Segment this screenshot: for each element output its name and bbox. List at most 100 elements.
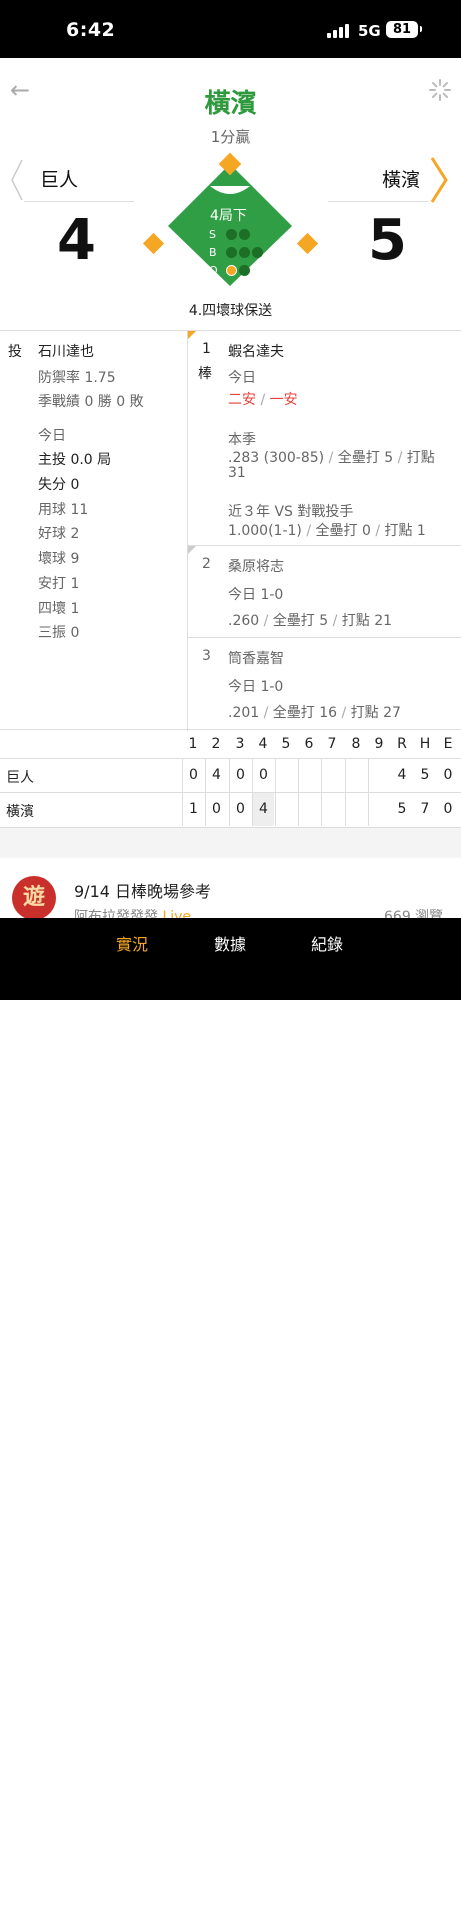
game-header: ← 橫濱 1分贏 巨人 橫濱 4 5 4局下 S B O 4.四壞球保送	[0, 58, 461, 330]
box-score-cell	[298, 759, 320, 792]
batter-order: 3	[202, 648, 211, 664]
first-base	[296, 232, 319, 255]
ball-dot	[239, 247, 250, 258]
status-time: 6:42	[66, 19, 116, 41]
inning-indicator: 4局下	[210, 208, 247, 224]
ball-count: B	[209, 246, 269, 260]
season-hr: 全壘打 16	[272, 705, 338, 721]
win-margin: 1分贏	[210, 128, 251, 146]
next-batter-card[interactable]: 2 桑原将志 今日 1-0 .260 / 全壘打 5 / 打點 21	[188, 546, 461, 638]
box-score-cell	[368, 759, 390, 792]
bottom-tab-bar: 實況 數據 紀錄	[0, 918, 461, 1909]
out-dot	[239, 265, 250, 276]
box-header-cell: 7	[327, 736, 337, 752]
box-score-cell	[368, 793, 390, 826]
box-header-cell: 6	[304, 736, 314, 752]
batter-vs-label: 近３年 VS 對戰投手	[228, 504, 354, 520]
box-header-cell: 1	[188, 736, 198, 752]
away-team-label: 巨人	[40, 169, 79, 191]
box-header-cell: 8	[351, 736, 361, 752]
separator: /	[341, 705, 347, 721]
section-divider	[0, 828, 461, 858]
season-avg: .283 (300-85)	[228, 450, 325, 466]
batter-order-suffix: 棒	[198, 366, 212, 382]
strike-dot	[239, 229, 250, 240]
current-batter-card[interactable]: 1 棒 蝦名達夫 今日 二安 / 一安 本季 .283 (300-85) / 全…	[188, 331, 461, 546]
article-card[interactable]: 遊 9/14 日棒晚場參考 阿布拉發發發 Live 669 瀏覽	[0, 858, 461, 925]
tab-stats[interactable]: 數據	[214, 931, 246, 955]
pitcher-strikeouts: 三振 0	[38, 625, 80, 641]
box-score-cell: 0	[182, 759, 204, 792]
batter-season-line: .283 (300-85) / 全壘打 5 / 打點	[228, 447, 435, 467]
box-score-cell: 0	[443, 801, 453, 817]
separator: /	[263, 705, 269, 721]
box-score-header: 123456789RHE	[0, 730, 461, 758]
batter-today-label: 今日	[228, 370, 256, 386]
box-score-cell: 0	[205, 793, 227, 826]
box-header-cell: R	[397, 736, 407, 752]
batter-season-label: 本季	[228, 432, 256, 448]
matchup-panel: 投 石川達也 防禦率 1.75 季戰績 0 勝 0 敗 今日 主投 0.0 局 …	[0, 330, 461, 731]
tab-records[interactable]: 紀錄	[311, 931, 343, 955]
season-avg: .260	[228, 613, 260, 629]
box-score-cell: 0	[252, 759, 274, 792]
box-score-row-home: 橫濱 1 0 0 4 5 7 0	[0, 792, 461, 826]
vs-rbi: 打點 1	[384, 523, 426, 539]
season-hr: 全壘打 5	[272, 613, 329, 629]
strike-label: S	[209, 228, 216, 241]
box-header-cell: E	[443, 736, 453, 752]
batter-name: 桑原将志	[228, 559, 284, 575]
season-rbi: 打點 21	[341, 613, 393, 629]
pitcher-walks: 四壞 1	[38, 601, 80, 617]
pitcher-record: 季戰績 0 勝 0 敗	[38, 394, 144, 410]
away-score: 4	[57, 208, 96, 273]
box-score-cell	[321, 759, 343, 792]
pitcher-card[interactable]: 投 石川達也 防禦率 1.75 季戰績 0 勝 0 敗 今日 主投 0.0 局 …	[0, 331, 188, 731]
home-team-label: 橫濱	[381, 169, 420, 191]
home-team-name[interactable]: 橫濱	[332, 158, 420, 202]
pitcher-name: 石川達也	[38, 344, 94, 360]
home-score: 5	[368, 208, 407, 273]
box-score-cell: 5	[397, 801, 407, 817]
box-score-cell	[321, 793, 343, 826]
third-base	[142, 232, 165, 255]
box-header-cell: 2	[211, 736, 221, 752]
box-score-cell: 0	[229, 793, 251, 826]
ball-dot	[226, 247, 237, 258]
pitcher-runs: 失分 0	[38, 477, 80, 493]
batter-vs-line: 1.000(1-1) / 全壘打 0 / 打點 1	[228, 520, 426, 540]
vs-hr: 全壘打 0	[315, 523, 371, 539]
box-score: 123456789RHE 巨人 0 4 0 0 4 5 0 橫濱 1 0 0 4 5 7 0	[0, 730, 461, 828]
box-score-cell	[298, 793, 320, 826]
season-avg: .201	[228, 705, 260, 721]
box-team-name: 橫濱	[6, 804, 34, 820]
ball-label: B	[209, 246, 217, 259]
away-team-name[interactable]: 巨人	[10, 158, 130, 202]
box-header-cell: H	[419, 736, 431, 752]
batter-today-results: 二安 / 一安	[228, 389, 298, 409]
box-score-row-away: 巨人 0 4 0 0 4 5 0	[0, 758, 461, 792]
pitcher-hits: 安打 1	[38, 576, 80, 592]
separator: /	[263, 613, 269, 629]
separator: /	[260, 392, 266, 408]
batter-season-line: .260 / 全壘打 5 / 打點 21	[228, 610, 392, 630]
box-team-name: 巨人	[6, 770, 34, 786]
batter-today: 今日 1-0	[228, 679, 284, 695]
box-score-cell: 0	[229, 759, 251, 792]
pitcher-ip: 主投 0.0 局	[38, 452, 112, 468]
pitcher-pitches: 用球 11	[38, 502, 89, 518]
box-header-cell: 4	[258, 736, 268, 752]
separator: /	[332, 613, 338, 629]
on-deck-batter-card[interactable]: 3 筒香嘉智 今日 1-0 .201 / 全壘打 16 / 打點 27	[188, 638, 461, 731]
season-rbi: 打點 27	[350, 705, 401, 721]
network-label: 5G	[358, 22, 381, 40]
box-score-cell: 4	[252, 793, 274, 826]
pitcher-strikes: 好球 2	[38, 526, 80, 542]
status-bar: 6:42 5G 81	[0, 0, 461, 58]
batter-name: 蝦名達夫	[228, 344, 284, 360]
season-hr: 全壘打 5	[337, 450, 394, 466]
tab-live[interactable]: 實況	[116, 931, 148, 955]
box-score-cell	[275, 759, 297, 792]
pitcher-role: 投	[8, 344, 22, 360]
chevron-right-icon[interactable]	[428, 156, 450, 204]
